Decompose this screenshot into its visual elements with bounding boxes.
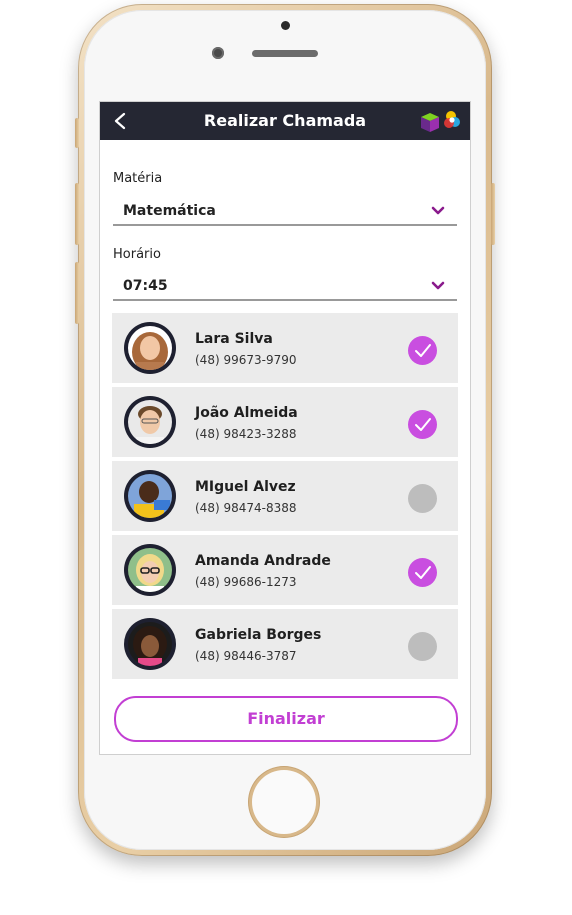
student-phone: (48) 98474-8388 bbox=[195, 501, 297, 515]
student-phone: (48) 98423-3288 bbox=[195, 427, 297, 441]
power-button bbox=[491, 183, 495, 245]
page-title: Realizar Chamada bbox=[203, 111, 367, 130]
avatar bbox=[124, 396, 176, 448]
chevron-down-icon bbox=[431, 206, 445, 215]
attendance-checkbox[interactable] bbox=[408, 484, 437, 513]
student-list: Lara Silva (48) 99673-9790 João Almeida … bbox=[112, 313, 458, 683]
student-phone: (48) 99673-9790 bbox=[195, 353, 297, 367]
student-phone: (48) 99686-1273 bbox=[195, 575, 297, 589]
time-select[interactable]: 07:45 bbox=[113, 275, 457, 301]
list-item: MIguel Alvez (48) 98474-8388 bbox=[112, 461, 458, 531]
subject-select[interactable]: Matemática bbox=[113, 200, 457, 226]
sensor-icon bbox=[212, 47, 224, 59]
attendance-checkbox[interactable] bbox=[408, 558, 437, 587]
avatar bbox=[124, 322, 176, 374]
avatar bbox=[124, 618, 176, 670]
check-icon bbox=[415, 418, 431, 431]
student-photo bbox=[128, 622, 172, 666]
list-item: Amanda Andrade (48) 99686-1273 bbox=[112, 535, 458, 605]
volume-down-button bbox=[75, 262, 79, 324]
home-button[interactable] bbox=[252, 770, 316, 834]
mute-switch bbox=[75, 118, 79, 148]
student-name: João Almeida bbox=[195, 405, 298, 421]
finish-button[interactable]: Finalizar bbox=[114, 696, 458, 742]
student-phone: (48) 98446-3787 bbox=[195, 649, 297, 663]
app-screen: Realizar Chamada Matéria Matemática Horá… bbox=[100, 102, 470, 754]
time-label: Horário bbox=[113, 247, 161, 262]
chevron-down-icon bbox=[431, 281, 445, 290]
student-photo bbox=[128, 326, 172, 370]
student-name: Lara Silva bbox=[195, 331, 273, 347]
student-name: Gabriela Borges bbox=[195, 627, 322, 643]
list-item: João Almeida (48) 98423-3288 bbox=[112, 387, 458, 457]
attendance-checkbox[interactable] bbox=[408, 632, 437, 661]
avatar bbox=[124, 544, 176, 596]
check-icon bbox=[415, 566, 431, 579]
time-value: 07:45 bbox=[123, 278, 168, 294]
subject-value: Matemática bbox=[123, 203, 216, 219]
student-name: MIguel Alvez bbox=[195, 479, 296, 495]
student-photo bbox=[128, 548, 172, 592]
avatar bbox=[124, 470, 176, 522]
list-item: Lara Silva (48) 99673-9790 bbox=[112, 313, 458, 383]
list-item: Gabriela Borges (48) 98446-3787 bbox=[112, 609, 458, 679]
attendance-checkbox[interactable] bbox=[408, 336, 437, 365]
cube-logo-icon bbox=[421, 111, 460, 132]
student-name: Amanda Andrade bbox=[195, 553, 331, 569]
app-header: Realizar Chamada bbox=[100, 102, 470, 140]
camera-icon bbox=[281, 21, 290, 30]
attendance-checkbox[interactable] bbox=[408, 410, 437, 439]
check-icon bbox=[415, 344, 431, 357]
student-photo bbox=[128, 474, 172, 518]
student-photo bbox=[128, 400, 172, 444]
speaker-grille bbox=[252, 50, 318, 57]
subject-label: Matéria bbox=[113, 171, 163, 186]
device-mockup: Realizar Chamada Matéria Matemática Horá… bbox=[0, 0, 572, 915]
volume-up-button bbox=[75, 183, 79, 245]
